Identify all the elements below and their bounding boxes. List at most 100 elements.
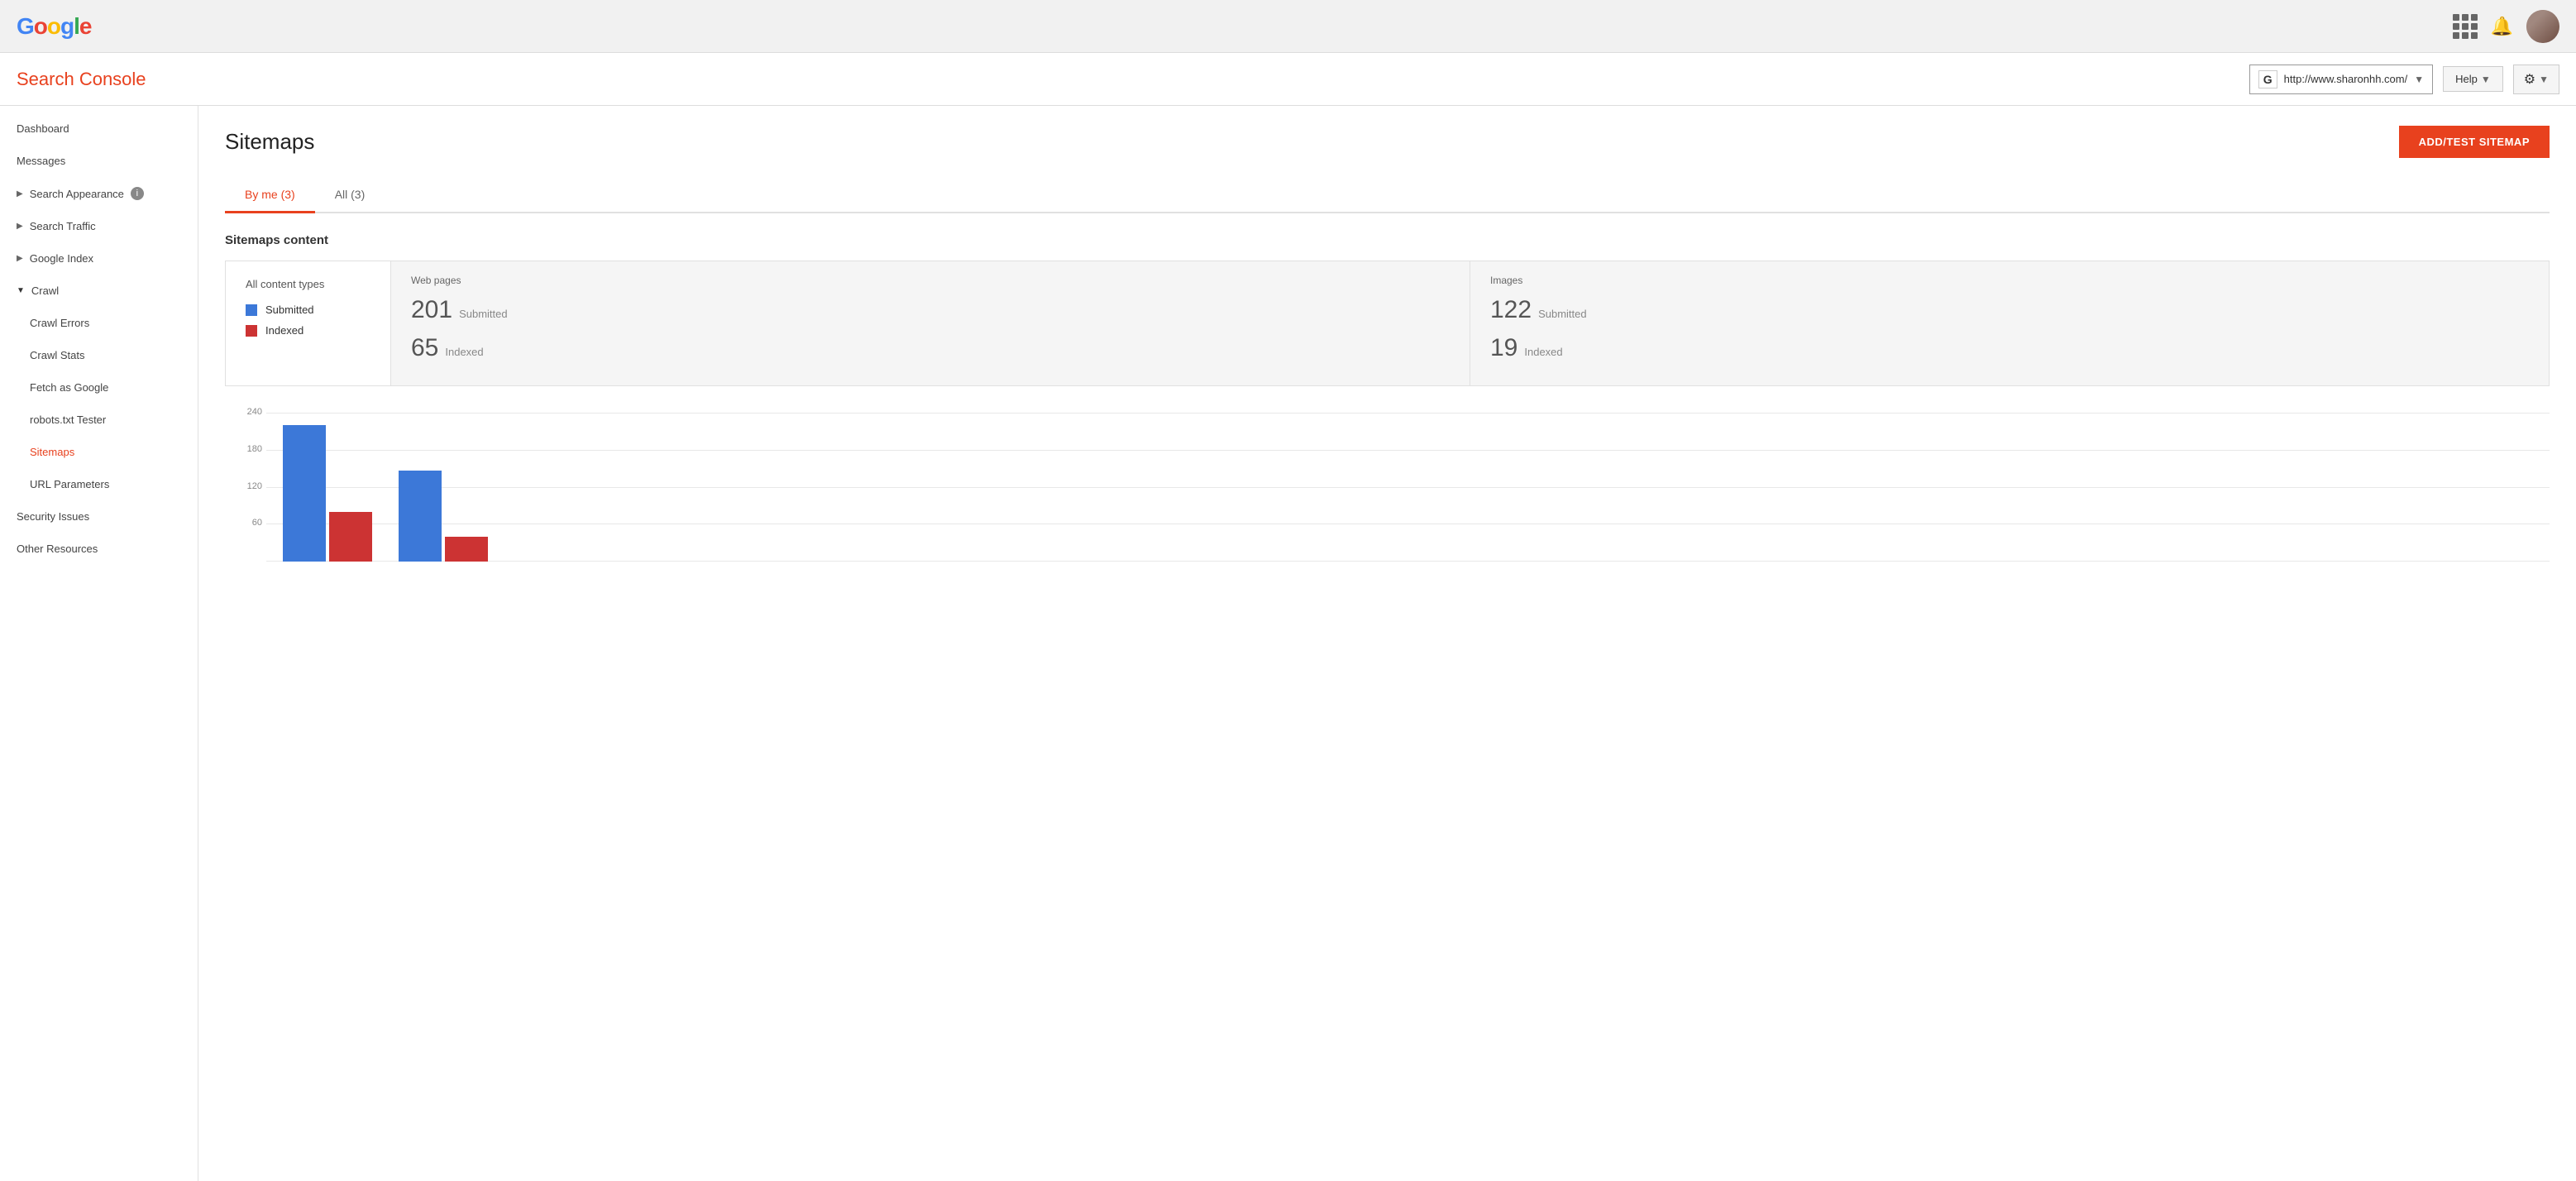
tabs-bar: By me (3) All (3) (225, 178, 2550, 213)
bar-group-1 (283, 425, 372, 562)
top-bar: Google 🔔 (0, 0, 2576, 53)
bar-group-2 (399, 471, 488, 562)
chart-area: 240 180 120 60 (225, 413, 2550, 578)
search-traffic-triangle-icon: ▶ (17, 222, 23, 231)
bar-blue-2 (399, 471, 442, 562)
site-g-logo: G (2258, 70, 2277, 88)
site-selector-arrow: ▼ (2414, 74, 2424, 85)
site-url: http://www.sharonhh.com/ (2284, 73, 2408, 85)
sitemaps-label: Sitemaps (30, 446, 74, 458)
web-pages-submitted-row: 201 Submitted (411, 296, 1450, 324)
google-logo: Google (17, 13, 91, 40)
grid-dot (2462, 14, 2468, 21)
avatar-image (2526, 10, 2559, 43)
crawl-errors-label: Crawl Errors (30, 317, 89, 329)
indexed-legend-label: Indexed (265, 324, 303, 337)
sidebar-item-search-appearance[interactable]: ▶ Search Appearance i (0, 177, 198, 210)
apps-grid-icon[interactable] (2453, 14, 2478, 39)
web-pages-indexed-row: 65 Indexed (411, 334, 1450, 362)
web-pages-submitted-count: 201 (411, 296, 452, 324)
sidebar-item-crawl[interactable]: ▼ Crawl (0, 275, 198, 307)
sidebar-item-fetch-as-google[interactable]: Fetch as Google (0, 371, 198, 404)
sidebar-item-messages[interactable]: Messages (0, 145, 198, 177)
layout: Dashboard Messages ▶ Search Appearance i… (0, 106, 2576, 1181)
help-arrow: ▼ (2481, 74, 2491, 85)
grid-dot (2471, 32, 2478, 39)
grid-label-120: 120 (229, 481, 262, 491)
grid-dot (2462, 23, 2468, 30)
settings-arrow: ▼ (2539, 74, 2549, 85)
search-appearance-triangle-icon: ▶ (17, 189, 23, 198)
images-submitted-count: 122 (1490, 296, 1532, 324)
tab-by-me[interactable]: By me (3) (225, 178, 315, 213)
images-indexed-count: 19 (1490, 334, 1517, 362)
sidebar-item-google-index[interactable]: ▶ Google Index (0, 242, 198, 275)
app-header: Search Console G http://www.sharonhh.com… (0, 53, 2576, 106)
sitemaps-content-label: Sitemaps content (225, 233, 2550, 247)
logo-e: e (79, 13, 92, 39)
logo-g: G (17, 13, 34, 39)
images-submitted-label: Submitted (1538, 308, 1587, 320)
sidebar-item-dashboard[interactable]: Dashboard (0, 112, 198, 145)
notifications-bell-icon[interactable]: 🔔 (2491, 16, 2513, 37)
logo-o1: o (34, 13, 47, 39)
web-pages-section: Web pages 201 Submitted 65 Indexed (391, 261, 1470, 385)
sitemaps-content-box: All content types Submitted Indexed Web … (225, 261, 2550, 386)
web-pages-type-label: Web pages (411, 275, 1450, 286)
google-index-triangle-icon: ▶ (17, 254, 23, 263)
web-pages-submitted-label: Submitted (459, 308, 508, 320)
indexed-swatch (246, 325, 257, 337)
dashboard-label: Dashboard (17, 122, 69, 135)
logo-o2: o (47, 13, 60, 39)
grid-label-60: 60 (229, 518, 262, 528)
sidebar-item-security-issues[interactable]: Security Issues (0, 500, 198, 533)
crawl-stats-label: Crawl Stats (30, 349, 84, 361)
sidebar-item-sitemaps[interactable]: Sitemaps (0, 436, 198, 468)
sidebar-item-search-traffic[interactable]: ▶ Search Traffic (0, 210, 198, 242)
page-title-row: Sitemaps ADD/TEST SITEMAP (225, 126, 2550, 158)
google-index-label: Google Index (30, 252, 93, 265)
submitted-swatch (246, 304, 257, 316)
legend-indexed: Indexed (246, 324, 370, 337)
grid-dot (2453, 14, 2459, 21)
crawl-triangle-icon: ▼ (17, 286, 25, 295)
grid-dot (2453, 23, 2459, 30)
avatar[interactable] (2526, 10, 2559, 43)
sidebar-item-other-resources[interactable]: Other Resources (0, 533, 198, 565)
grid-dot (2453, 32, 2459, 39)
all-content-types-label: All content types (246, 278, 370, 290)
messages-label: Messages (17, 155, 65, 167)
search-console-title: Search Console (17, 69, 146, 90)
search-traffic-label: Search Traffic (30, 220, 96, 232)
bar-blue-1 (283, 425, 326, 562)
sidebar-item-robots-txt-tester[interactable]: robots.txt Tester (0, 404, 198, 436)
add-test-sitemap-button[interactable]: ADD/TEST SITEMAP (2399, 126, 2550, 158)
sidebar-item-crawl-errors[interactable]: Crawl Errors (0, 307, 198, 339)
grid-label-180: 180 (229, 444, 262, 454)
legend-submitted: Submitted (246, 304, 370, 316)
header-controls: G http://www.sharonhh.com/ ▼ Help ▼ ⚙ ▼ (2249, 65, 2559, 94)
sidebar-item-crawl-stats[interactable]: Crawl Stats (0, 339, 198, 371)
help-button[interactable]: Help ▼ (2443, 66, 2503, 92)
submitted-legend-label: Submitted (265, 304, 314, 316)
search-appearance-label: Search Appearance (30, 188, 124, 200)
url-parameters-label: URL Parameters (30, 478, 109, 490)
images-section: Images 122 Submitted 19 Indexed (1470, 261, 2549, 385)
grid-dot (2462, 32, 2468, 39)
images-indexed-row: 19 Indexed (1490, 334, 2529, 362)
tab-all[interactable]: All (3) (315, 178, 385, 213)
site-selector[interactable]: G http://www.sharonhh.com/ ▼ (2249, 65, 2433, 94)
images-submitted-row: 122 Submitted (1490, 296, 2529, 324)
logo-g2: g (60, 13, 74, 39)
sidebar: Dashboard Messages ▶ Search Appearance i… (0, 106, 198, 1181)
chart-bars (266, 413, 2550, 562)
settings-button[interactable]: ⚙ ▼ (2513, 65, 2559, 94)
other-resources-label: Other Resources (17, 543, 98, 555)
main-content: Sitemaps ADD/TEST SITEMAP By me (3) All … (198, 106, 2576, 1181)
search-appearance-info-icon[interactable]: i (131, 187, 144, 200)
grid-dot (2471, 23, 2478, 30)
all-content-types-panel: All content types Submitted Indexed (226, 261, 391, 385)
fetch-as-google-label: Fetch as Google (30, 381, 108, 394)
sidebar-item-url-parameters[interactable]: URL Parameters (0, 468, 198, 500)
logo-l: l (74, 13, 79, 39)
